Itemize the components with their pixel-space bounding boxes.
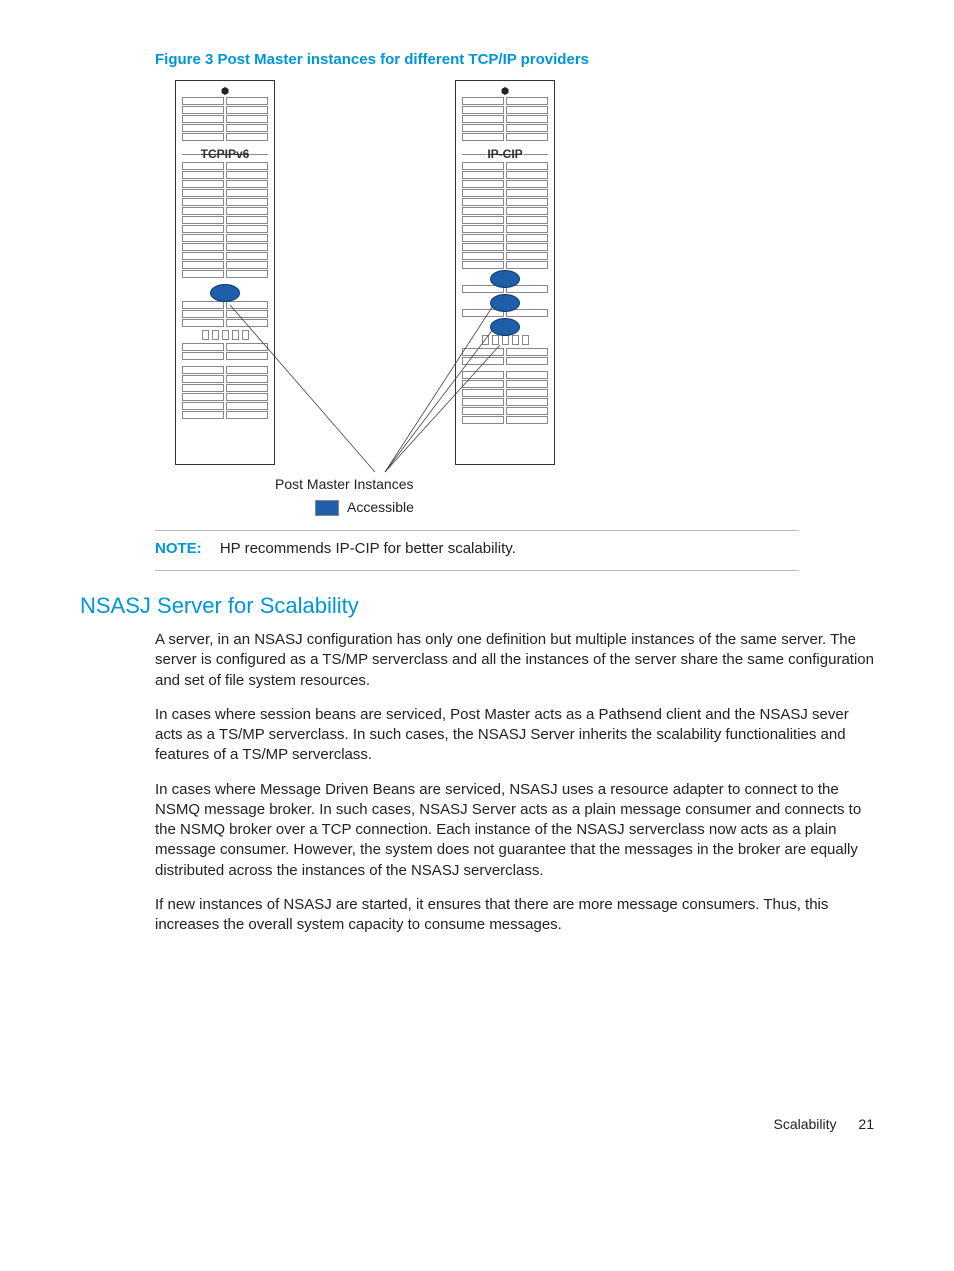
legend-swatch [315, 500, 339, 516]
rack-ipcip: ⬢ IP-CIP [455, 80, 555, 465]
rack-label-ipcip: IP-CIP [486, 146, 523, 162]
post-master-dot [210, 284, 240, 302]
rack-label-tcpipv6: TCPIPv6 [200, 146, 251, 162]
note-label: NOTE: [155, 540, 202, 557]
paragraph: A server, in an NSASJ configuration has … [155, 630, 874, 691]
port-row [182, 330, 268, 340]
post-master-dot [490, 270, 520, 288]
figure-caption: Figure 3 Post Master instances for diffe… [155, 50, 874, 70]
legend: Accessible [315, 498, 414, 517]
paragraph: If new instances of NSASJ are started, i… [155, 895, 874, 936]
post-master-dot [490, 318, 520, 336]
footer-label: Scalability [774, 1116, 837, 1132]
page-number: 21 [858, 1116, 874, 1132]
post-master-label: Post Master Instances [275, 475, 414, 494]
port-row [462, 335, 548, 345]
note-text: HP recommends IP-CIP for better scalabil… [220, 540, 516, 557]
rack-tcpipv6: ⬢ TCPIPv6 [175, 80, 275, 465]
paragraph: In cases where Message Driven Beans are … [155, 780, 874, 881]
hp-logo-icon: ⬢ [462, 85, 548, 97]
paragraph: In cases where session beans are service… [155, 705, 874, 766]
legend-label: Accessible [347, 498, 414, 517]
section-body: A server, in an NSASJ configuration has … [80, 630, 874, 935]
hp-logo-icon: ⬢ [182, 85, 268, 97]
page-footer: Scalability 21 [80, 1115, 874, 1134]
note-block: NOTE: HP recommends IP-CIP for better sc… [155, 530, 799, 570]
figure-diagram: ⬢ TCPIPv6 [175, 80, 874, 510]
section-title: NSASJ Server for Scalability [80, 591, 874, 621]
post-master-dot [490, 294, 520, 312]
